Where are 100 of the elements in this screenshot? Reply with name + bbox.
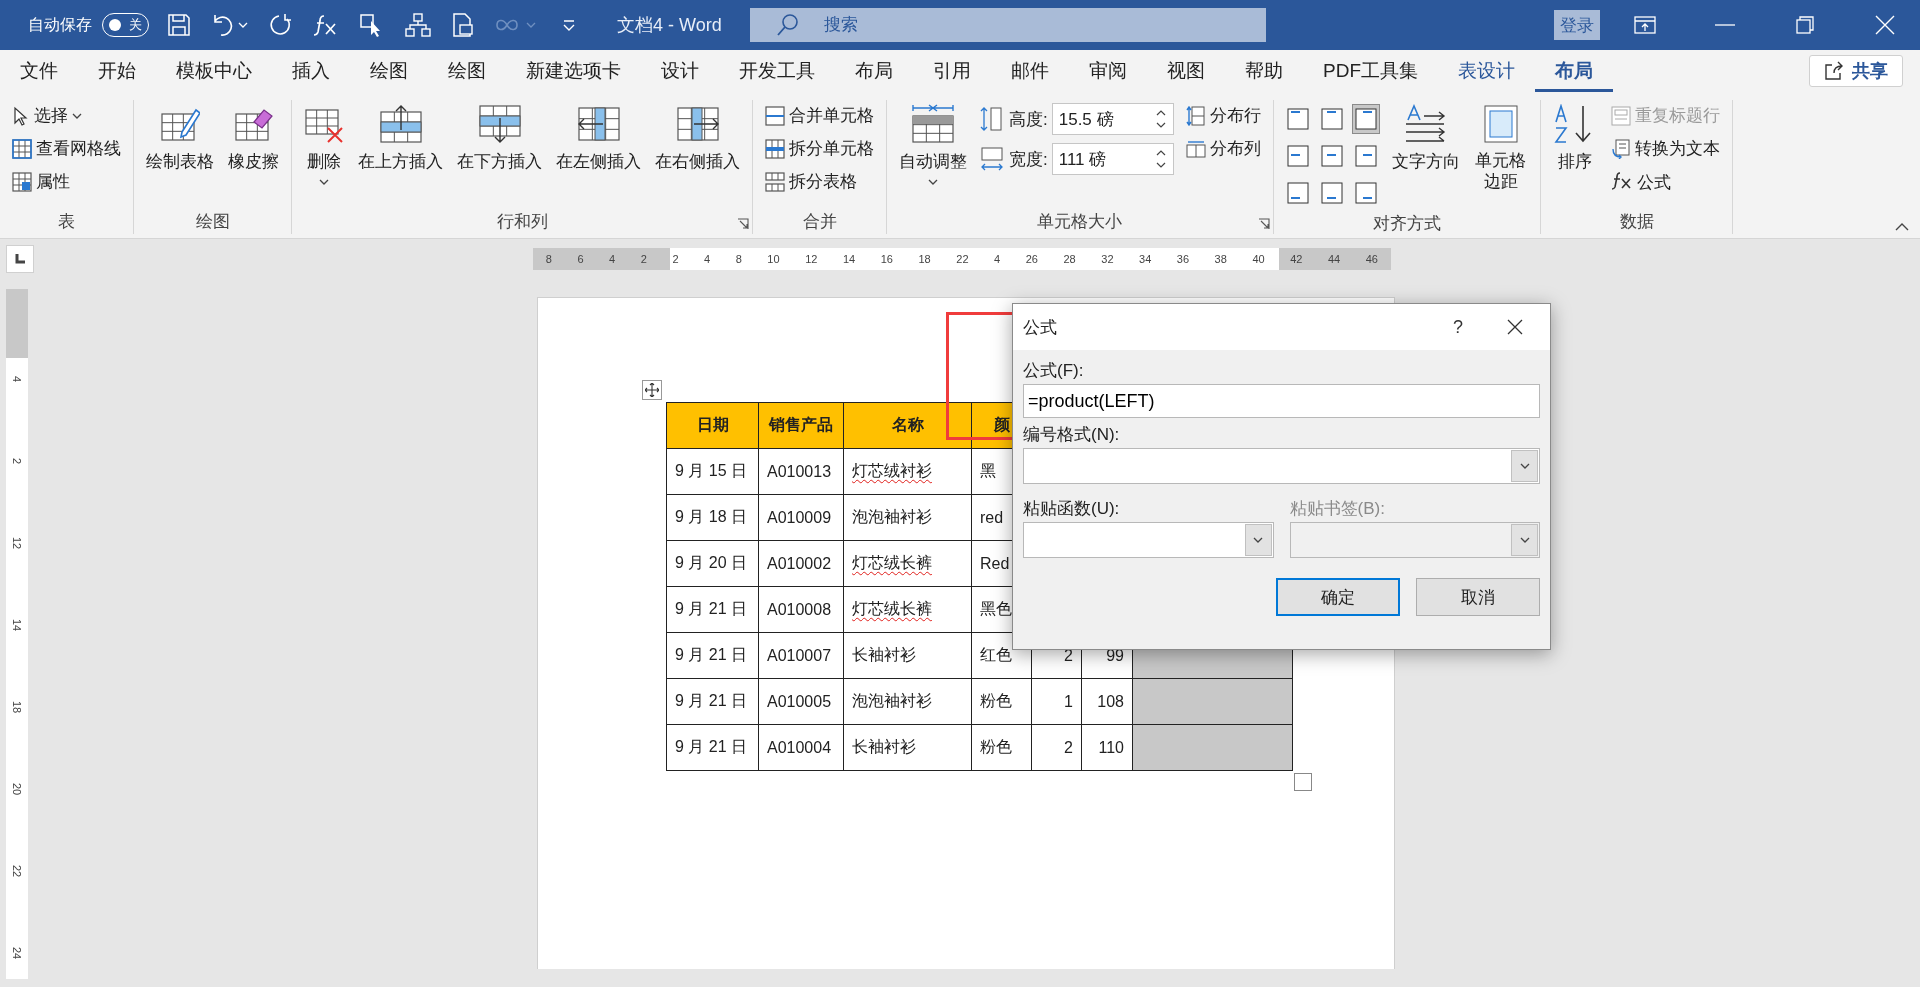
save-icon[interactable] bbox=[167, 13, 191, 37]
table-cell: 9 月 20 日 bbox=[666, 540, 759, 587]
caret-icon bbox=[1519, 463, 1530, 469]
group-label: 表 bbox=[57, 211, 76, 233]
function-icon[interactable] bbox=[313, 13, 339, 37]
table-cell: 9 月 15 日 bbox=[666, 448, 759, 495]
menu-tab[interactable]: 布局 bbox=[835, 50, 913, 92]
customize-caret-icon[interactable] bbox=[561, 17, 577, 33]
menu-tab[interactable]: 审阅 bbox=[1069, 50, 1147, 92]
login-button[interactable]: 登录 bbox=[1553, 10, 1600, 40]
ribbon-button[interactable]: 自动调整 bbox=[897, 100, 969, 189]
ribbon-button[interactable]: 属性 bbox=[10, 168, 123, 195]
ribbon-button[interactable]: 公式 bbox=[1609, 168, 1723, 197]
window-title: 文档4 - Word bbox=[617, 14, 722, 37]
caret-icon bbox=[1253, 537, 1263, 543]
ribbon-button[interactable]: 在右侧插入 bbox=[653, 100, 742, 177]
caret-icon bbox=[1519, 537, 1530, 543]
ribbon-button[interactable]: 分布列 bbox=[1183, 135, 1263, 162]
ribbon-button[interactable]: 在下方插入 bbox=[455, 100, 544, 177]
close-icon bbox=[1507, 319, 1523, 335]
insert-above-icon bbox=[378, 104, 423, 144]
ribbon-button[interactable]: 橡皮擦 bbox=[226, 100, 281, 177]
align-button[interactable] bbox=[1351, 104, 1380, 134]
vertical-ruler[interactable]: 4 2 12 14 18 20 22 24 bbox=[6, 289, 28, 979]
undo-icon[interactable] bbox=[211, 13, 249, 37]
ribbon-button[interactable]: 合并单元格 bbox=[763, 102, 876, 129]
distribute-columns-icon bbox=[1185, 138, 1206, 159]
ribbon-button[interactable]: 拆分单元格 bbox=[763, 135, 876, 162]
menu-tab[interactable]: 模板中心 bbox=[156, 50, 272, 92]
table-cell: 108 bbox=[1081, 678, 1133, 725]
menu-tab[interactable]: 绘图 bbox=[428, 50, 506, 92]
menu-tab[interactable]: 邮件 bbox=[991, 50, 1069, 92]
dialog-launcher-icon[interactable] bbox=[737, 218, 749, 230]
group-label: 合并 bbox=[801, 211, 838, 233]
table-cell: 泡泡袖衬衫 bbox=[843, 494, 972, 541]
menu-tab[interactable]: 开发工具 bbox=[719, 50, 835, 92]
ribbon-button[interactable]: 选择 bbox=[10, 102, 123, 129]
table-cell: A010009 bbox=[758, 494, 844, 541]
menu-tab[interactable]: 表设计 bbox=[1438, 50, 1535, 92]
ribbon-button[interactable]: 在上方插入 bbox=[356, 100, 445, 177]
insert-left-icon bbox=[576, 104, 621, 144]
menu-tab[interactable]: 视图 bbox=[1147, 50, 1225, 92]
ribbon-button[interactable]: 拆分表格 bbox=[763, 168, 876, 195]
menu-tab[interactable]: 设计 bbox=[641, 50, 719, 92]
menu-tab[interactable]: 绘图 bbox=[350, 50, 428, 92]
group-label: 单元格大小 bbox=[1036, 211, 1124, 233]
table-cell: 110 bbox=[1081, 724, 1133, 771]
help-button[interactable]: ? bbox=[1436, 316, 1480, 338]
table-cell: 9 月 21 日 bbox=[666, 586, 759, 633]
spin-field[interactable]: 15.5 磅 bbox=[1051, 103, 1174, 135]
document-icon[interactable] bbox=[451, 13, 475, 37]
menu-tab[interactable]: 插入 bbox=[272, 50, 350, 92]
minimize-icon bbox=[1715, 24, 1735, 26]
search-icon bbox=[775, 13, 800, 37]
ribbon-button[interactable]: 分布行 bbox=[1183, 102, 1263, 129]
menu-tab[interactable]: 新建选项卡 bbox=[506, 50, 641, 92]
table-cell: 粉色 bbox=[971, 678, 1032, 725]
table-cell: A010008 bbox=[758, 586, 844, 633]
search-field[interactable]: 搜索 bbox=[749, 8, 1266, 42]
ribbon-button[interactable]: 文字方向 bbox=[1389, 100, 1462, 177]
ribbon-button[interactable]: 删除 bbox=[302, 100, 346, 189]
table-cell: 9 月 21 日 bbox=[666, 632, 759, 679]
group-label: 行和列 bbox=[495, 211, 549, 233]
ribbon-button[interactable]: 查看网格线 bbox=[10, 135, 123, 162]
share-button[interactable]: 共享 bbox=[1809, 55, 1903, 87]
menu-tab[interactable]: 开始 bbox=[78, 50, 156, 92]
table-move-handle[interactable] bbox=[642, 380, 662, 400]
table-cell: 1 bbox=[1031, 678, 1082, 725]
table-cell: 粉色 bbox=[971, 724, 1032, 771]
ribbon-button[interactable]: 在左侧插入 bbox=[554, 100, 643, 177]
grid-icon bbox=[12, 138, 32, 159]
menu-tab[interactable]: 帮助 bbox=[1225, 50, 1303, 92]
ribbon-button[interactable]: 转换为文本 bbox=[1609, 135, 1723, 162]
dialog-launcher-icon[interactable] bbox=[1257, 218, 1270, 230]
dialog-button[interactable]: 取消 bbox=[1416, 578, 1540, 616]
ribbon-button[interactable]: 绘制表格 bbox=[144, 100, 216, 177]
field-label: 公式(F): bbox=[1023, 360, 1085, 382]
collapse-ribbon-icon[interactable] bbox=[1894, 222, 1910, 232]
spin-field[interactable]: 111 磅 bbox=[1051, 143, 1174, 175]
menu-tab[interactable]: 文件 bbox=[0, 50, 78, 92]
table-cell: A010013 bbox=[758, 448, 844, 495]
ribbon-button[interactable]: 单元格边距 bbox=[1471, 100, 1531, 197]
table-cell: 灯芯绒长裤 bbox=[843, 540, 972, 587]
pointer-icon bbox=[12, 105, 30, 126]
tab-stop-button[interactable] bbox=[6, 245, 34, 273]
formula-field[interactable]: =product(LEFT) bbox=[1023, 384, 1540, 418]
hierarchy-icon[interactable] bbox=[405, 13, 431, 37]
table-cell: 长袖衬衫 bbox=[843, 632, 972, 679]
row-height-icon bbox=[979, 105, 1005, 133]
table-cell: A010004 bbox=[758, 724, 844, 771]
redo-icon[interactable] bbox=[269, 13, 293, 37]
horizontal-ruler[interactable]: 8 6 4 2 2 4 8 10 12 14 16 18 22 4 26 28 32 34 36 38 40 42 44 46 bbox=[533, 248, 1391, 270]
dialog-button[interactable]: 确定 bbox=[1276, 578, 1400, 616]
table-cell: A010005 bbox=[758, 678, 844, 725]
ribbon-button[interactable]: 排序 bbox=[1551, 100, 1600, 177]
menu-tab[interactable]: PDF工具集 bbox=[1303, 50, 1438, 92]
column-width-icon bbox=[979, 145, 1005, 173]
table-resize-handle[interactable] bbox=[1294, 773, 1312, 791]
table-cell: 9 月 21 日 bbox=[666, 724, 759, 771]
menu-tab[interactable]: 引用 bbox=[913, 50, 991, 92]
